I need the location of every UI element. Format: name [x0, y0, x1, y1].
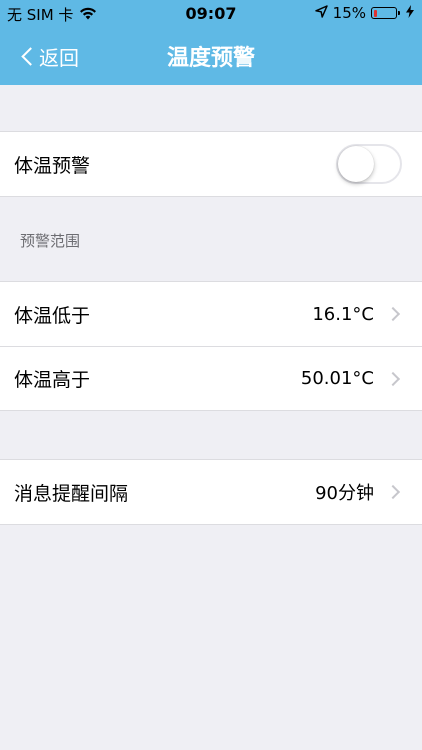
alert-toggle-label: 体温预警	[14, 154, 91, 177]
location-arrow-icon	[314, 4, 328, 22]
chevron-right-icon	[385, 306, 401, 322]
range-section-header: 预警范围	[20, 232, 81, 250]
low-temp-label: 体温低于	[14, 304, 91, 327]
high-temp-row[interactable]: 体温高于 50.01°C	[0, 346, 422, 410]
charging-bolt-icon	[406, 4, 414, 22]
low-temp-value: 16.1°C	[312, 303, 374, 325]
high-temp-label: 体温高于	[14, 369, 91, 391]
alert-toggle-switch[interactable]	[336, 144, 402, 184]
reminder-interval-label: 消息提醒间隔	[14, 482, 129, 505]
navigation-bar: 返回 温度预警	[0, 28, 422, 85]
reminder-interval-row[interactable]: 消息提醒间隔 90分钟	[0, 460, 422, 524]
status-bar: 无 SIM 卡 09:07 15%	[0, 0, 422, 28]
status-right: 15%	[314, 4, 414, 22]
reminder-interval-value: 90分钟	[315, 483, 374, 504]
range-group: 体温低于 16.1°C 体温高于 50.01°C	[0, 281, 422, 411]
interval-group: 消息提醒间隔 90分钟	[0, 459, 422, 525]
battery-level	[373, 9, 377, 17]
battery-percent: 15%	[332, 4, 366, 22]
high-temp-value: 50.01°C	[300, 368, 374, 389]
alert-toggle-row: 体温预警	[0, 132, 422, 196]
battery-icon	[371, 7, 400, 19]
chevron-right-icon	[385, 371, 401, 386]
header-bar: 无 SIM 卡 09:07 15% 返回 温度预警	[0, 0, 422, 85]
alert-toggle-group: 体温预警	[0, 131, 422, 197]
toggle-knob	[338, 146, 374, 182]
low-temp-row[interactable]: 体温低于 16.1°C	[0, 282, 422, 346]
page-title: 温度预警	[166, 46, 255, 71]
chevron-right-icon	[385, 484, 401, 500]
